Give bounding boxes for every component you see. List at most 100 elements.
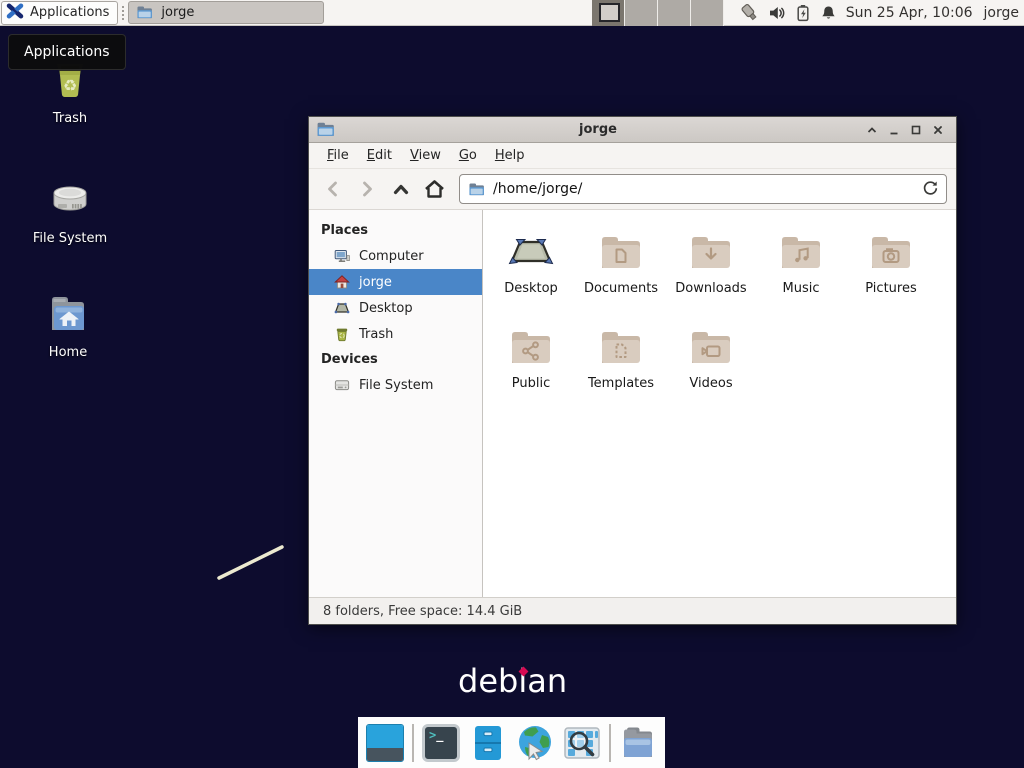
sidebar-item-label: Desktop (359, 301, 413, 316)
location-bar[interactable]: /home/jorge/ (459, 174, 947, 204)
svg-text:♻: ♻ (63, 76, 77, 95)
current-path[interactable]: /home/jorge/ (493, 181, 913, 197)
folder-label: Music (783, 281, 820, 296)
terminal-icon: >_ (422, 724, 460, 762)
sidebar-item-jorge[interactable]: jorge (309, 269, 482, 295)
menu-go[interactable]: Go (450, 144, 486, 167)
sidebar-item-desktop[interactable]: Desktop (309, 295, 482, 321)
sidebar-item-label: Computer (359, 249, 424, 264)
dock-separator (609, 724, 611, 762)
maximize-window-button[interactable] (905, 120, 927, 140)
folder-item-music[interactable]: Music (756, 228, 846, 323)
window-titlebar[interactable]: jorge (309, 117, 956, 143)
desktop-icon-label: Home (20, 345, 116, 360)
reload-button[interactable] (921, 179, 938, 200)
file-manager-launcher[interactable] (468, 723, 508, 763)
downloads-folder-icon (687, 228, 735, 276)
menu-file[interactable]: File (318, 144, 358, 167)
applications-menu-label: Applications (30, 5, 109, 20)
removable-media-icon[interactable] (740, 3, 759, 22)
folder-label: Documents (584, 281, 658, 296)
public-folder-icon (507, 323, 555, 371)
volume-icon[interactable] (768, 4, 786, 22)
web-browser-launcher[interactable] (515, 723, 555, 763)
home-folder-icon (20, 290, 116, 338)
menu-view[interactable]: View (401, 144, 450, 167)
menu-edit[interactable]: Edit (358, 144, 401, 167)
forward-button[interactable] (352, 175, 381, 204)
sidebar-item-label: jorge (359, 275, 392, 290)
menu-help[interactable]: Help (486, 144, 534, 167)
panel-username[interactable]: jorge (984, 5, 1019, 21)
panel-clock[interactable]: Sun 25 Apr, 10:06 (846, 5, 973, 21)
window-title: jorge (335, 122, 861, 137)
workspace-2[interactable] (625, 0, 658, 26)
notifications-bell-icon[interactable] (820, 4, 837, 22)
sidebar-item-computer[interactable]: Computer (309, 243, 482, 269)
show-desktop-button[interactable] (365, 723, 405, 763)
toolbar: /home/jorge/ (309, 169, 956, 210)
close-window-button[interactable] (927, 120, 949, 140)
panel-grip[interactable] (122, 6, 124, 20)
folder-label: Pictures (865, 281, 916, 296)
folder-item-documents[interactable]: Documents (576, 228, 666, 323)
terminal-launcher[interactable]: >_ (421, 723, 461, 763)
folder-item-templates[interactable]: Templates (576, 323, 666, 418)
file-manager-window: jorge File Edit View Go Help (308, 116, 957, 625)
xfce-applications-icon (6, 2, 24, 24)
desktop-icon (334, 300, 350, 316)
sidebar-item-trash[interactable]: Trash (309, 321, 482, 347)
desktop-special-icon (507, 228, 555, 276)
sidebar-item-label: Trash (359, 327, 393, 342)
back-button[interactable] (318, 175, 347, 204)
drive-icon (334, 377, 350, 393)
statusbar: 8 folders, Free space: 14.4 GiB (309, 597, 956, 624)
application-finder-launcher[interactable] (562, 723, 602, 763)
folder-launcher[interactable] (618, 723, 658, 763)
menubar: File Edit View Go Help (309, 143, 956, 169)
workspace-4[interactable] (691, 0, 724, 26)
desktop-icon-file-system[interactable]: File System (22, 176, 118, 246)
location-folder-icon (468, 182, 485, 197)
sidebar-item-label: File System (359, 378, 433, 393)
battery-icon[interactable] (795, 4, 811, 22)
desktop-icon-home[interactable]: Home (20, 290, 116, 360)
sidebar-header-places: Places (309, 218, 482, 243)
system-tray (740, 3, 837, 22)
launcher-dock: >_ (358, 717, 665, 768)
folder-item-videos[interactable]: Videos (666, 323, 756, 418)
folder-item-public[interactable]: Public (486, 323, 576, 418)
window-titlebar-icon (316, 121, 335, 138)
folder-item-desktop[interactable]: Desktop (486, 228, 576, 323)
statusbar-text: 8 folders, Free space: 14.4 GiB (323, 604, 522, 619)
web-browser-globe-icon (515, 723, 555, 763)
folder-view[interactable]: Desktop Documents Downloads (483, 210, 956, 597)
debian-wordmark: debian (458, 662, 567, 700)
wallpaper-scratch-line (210, 540, 294, 588)
trash-icon (334, 326, 350, 342)
folder-label: Public (512, 376, 550, 391)
home-button[interactable] (420, 175, 449, 204)
dock-separator (412, 724, 414, 762)
workspace-3[interactable] (658, 0, 691, 26)
window-body: Places Computer jorge (309, 210, 956, 597)
sidebar-item-file-system[interactable]: File System (309, 372, 482, 398)
application-finder-icon (562, 723, 602, 763)
taskbar-window-button[interactable]: jorge (128, 1, 324, 24)
minimize-window-button[interactable] (883, 120, 905, 140)
folder-label: Downloads (675, 281, 746, 296)
up-button[interactable] (386, 175, 415, 204)
folder-item-pictures[interactable]: Pictures (846, 228, 936, 323)
shade-window-button[interactable] (861, 120, 883, 140)
videos-folder-icon (687, 323, 735, 371)
workspace-1[interactable] (592, 0, 625, 26)
pictures-folder-icon (867, 228, 915, 276)
sidebar: Places Computer jorge (309, 210, 483, 597)
taskbar-folder-icon (136, 5, 153, 20)
folder-item-downloads[interactable]: Downloads (666, 228, 756, 323)
applications-tooltip: Applications (8, 34, 126, 70)
folder-label: Videos (689, 376, 732, 391)
applications-menu-button[interactable]: Applications (1, 1, 118, 25)
workspace-window-thumbnail (599, 3, 620, 22)
folder-grid: Desktop Documents Downloads (486, 228, 956, 418)
